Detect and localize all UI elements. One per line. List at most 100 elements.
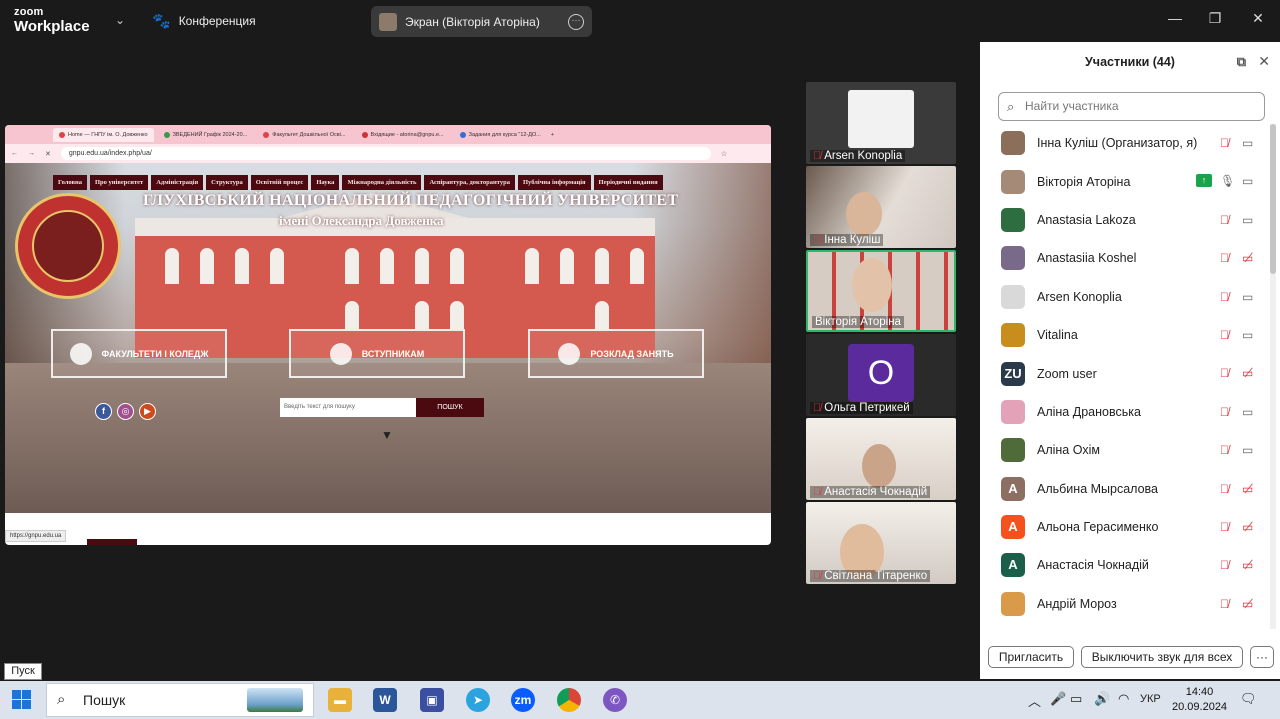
screen-share-indicator[interactable]: Экран (Вікторія Аторіна) ··· xyxy=(371,6,592,37)
mic-off-icon[interactable]: 🎙̸ xyxy=(1220,366,1229,380)
file-explorer-icon[interactable]: ▬ xyxy=(328,688,352,712)
participant-row[interactable]: Аліна Драновська 🎙̸ ▭ xyxy=(980,393,1280,431)
camera-off-icon[interactable]: ▭̸ xyxy=(1242,597,1253,611)
volume-icon[interactable]: 🔊 xyxy=(1094,691,1110,707)
browser-tab[interactable]: ЗВЕДЕНИЙ Графік 2024-20... xyxy=(158,128,254,142)
show-hidden-icons[interactable]: ︿ xyxy=(1028,691,1041,710)
word-icon[interactable]: W xyxy=(373,688,397,712)
nav-item[interactable]: Адміністрація xyxy=(151,175,204,190)
participant-row[interactable]: А Альона Герасименко 🎙̸ ▭̸ xyxy=(980,508,1280,546)
camera-on-icon[interactable]: ▭ xyxy=(1242,405,1253,419)
chrome-icon[interactable] xyxy=(557,688,581,712)
camera-on-icon[interactable]: ▭ xyxy=(1242,443,1253,457)
video-tile[interactable]: 🎙̸ Інна Куліш xyxy=(806,166,956,248)
more-options-button[interactable]: ··· xyxy=(1250,646,1274,668)
nav-item[interactable]: Освітній процес xyxy=(250,175,309,190)
mic-off-icon[interactable]: 🎙̸ xyxy=(1220,520,1229,534)
invite-button[interactable]: Пригласить xyxy=(988,646,1074,668)
close-panel-icon[interactable]: ✕ xyxy=(1258,53,1270,70)
schedule-button[interactable]: РОЗКЛАД ЗАНЯТЬ xyxy=(528,329,704,378)
participant-search-input[interactable]: ⌕ Найти участника xyxy=(998,92,1265,121)
participant-row[interactable]: Аліна Охім 🎙̸ ▭ xyxy=(980,431,1280,469)
video-tile[interactable]: 🎙̸ Анастасія Чокнадій xyxy=(806,418,956,500)
minimize-icon[interactable]: — xyxy=(1165,10,1185,26)
back-icon[interactable]: ← xyxy=(11,150,18,157)
participant-row[interactable]: А Альбина Мырсалова 🎙̸ ▭̸ xyxy=(980,470,1280,508)
scrollbar-thumb[interactable] xyxy=(1270,124,1276,274)
forward-icon[interactable]: → xyxy=(28,150,35,157)
university-seal-logo[interactable] xyxy=(15,193,121,299)
mic-on-icon[interactable]: 🎙 xyxy=(1220,174,1235,188)
site-search-input[interactable]: Введіть текст для пошуку xyxy=(280,398,416,417)
zoom-app-icon[interactable]: zm xyxy=(511,688,535,712)
camera-off-icon[interactable]: ▭̸ xyxy=(1242,558,1253,572)
nav-item[interactable]: Головна xyxy=(53,175,87,190)
nav-item[interactable]: Аспірантура, докторантура xyxy=(424,175,515,190)
nav-item[interactable]: Періодичні видання xyxy=(593,175,663,190)
taskbar-search-input[interactable]: ⌕ Пошук xyxy=(46,683,314,717)
new-tab-icon[interactable]: + xyxy=(551,132,554,138)
url-field[interactable]: gnpu.edu.ua/index.php/ua/ xyxy=(60,147,711,160)
camera-on-icon[interactable]: ▭ xyxy=(1242,136,1253,150)
chevron-down-icon[interactable]: ⌄ xyxy=(112,12,128,28)
mic-off-icon[interactable]: 🎙̸ xyxy=(1220,597,1229,611)
applicants-button[interactable]: ВСТУПНИКАМ xyxy=(289,329,465,378)
scroll-down-icon[interactable]: ▼ xyxy=(381,428,393,442)
pop-out-icon[interactable]: ⧉ xyxy=(1237,54,1246,70)
video-tile[interactable]: O 🎙̸ Ольга Петрикей xyxy=(806,334,956,416)
windows-start-icon[interactable] xyxy=(12,690,31,709)
active-speaker-tile[interactable]: Вікторія Аторіна xyxy=(806,250,956,332)
camera-off-icon[interactable]: ▭̸ xyxy=(1242,482,1253,496)
mute-all-button[interactable]: Выключить звук для всех xyxy=(1081,646,1243,668)
telegram-icon[interactable]: ➤ xyxy=(466,688,490,712)
camera-off-icon[interactable]: ▭̸ xyxy=(1242,520,1253,534)
camera-on-icon[interactable]: ▭ xyxy=(1242,213,1253,227)
wifi-icon[interactable]: ◠ xyxy=(1118,691,1129,707)
meeting-info-button[interactable]: 🐾 Конференция xyxy=(152,12,256,30)
participant-row[interactable]: Anastasiia Koshel 🎙̸ ▭̸ xyxy=(980,239,1280,277)
nav-item[interactable]: Про університет xyxy=(89,175,149,190)
participant-row[interactable]: А Анастасія Чокнадій 🎙̸ ▭̸ xyxy=(980,546,1280,584)
mic-off-icon[interactable]: 🎙̸ xyxy=(1220,290,1229,304)
language-indicator[interactable]: УКР xyxy=(1140,693,1161,705)
participant-row[interactable]: Інна Куліш (Организатор, я) 🎙̸ ▭ xyxy=(980,124,1280,162)
mic-off-icon[interactable]: 🎙̸ xyxy=(1220,328,1229,342)
bookmark-star-icon[interactable]: ☆ xyxy=(721,150,727,158)
participant-row[interactable]: ZU Zoom user 🎙̸ ▭̸ xyxy=(980,354,1280,392)
participant-scrollbar[interactable] xyxy=(1270,124,1276,629)
camera-off-icon[interactable]: ▭̸ xyxy=(1242,366,1253,380)
youtube-icon[interactable]: ▶ xyxy=(139,403,156,420)
browser-tab[interactable]: Факультет Дошкільної Осві... xyxy=(257,128,351,142)
facebook-icon[interactable]: f xyxy=(95,403,112,420)
participant-row[interactable]: Anastasia Lakoza 🎙̸ ▭ xyxy=(980,201,1280,239)
camera-on-icon[interactable]: ▭ xyxy=(1242,174,1253,188)
mic-off-icon[interactable]: 🎙̸ xyxy=(1220,482,1229,496)
participant-row[interactable]: Arsen Konoplia 🎙̸ ▭ xyxy=(980,278,1280,316)
close-icon[interactable]: ✕ xyxy=(1248,10,1268,27)
video-tile[interactable]: 🎙̸ Arsen Konoplia xyxy=(806,82,956,164)
microphone-icon[interactable]: 🎤 xyxy=(1050,691,1066,707)
restore-icon[interactable]: ❐ xyxy=(1205,10,1225,27)
faculties-button[interactable]: ФАКУЛЬТЕТИ І КОЛЕДЖ xyxy=(51,329,227,378)
camera-off-icon[interactable]: ▭̸ xyxy=(1242,251,1253,265)
mic-off-icon[interactable]: 🎙̸ xyxy=(1220,558,1229,572)
camera-on-icon[interactable]: ▭ xyxy=(1242,290,1253,304)
mic-off-icon[interactable]: 🎙̸ xyxy=(1220,405,1229,419)
mic-off-icon[interactable]: 🎙̸ xyxy=(1220,213,1229,227)
nav-item[interactable]: Міжнародна діяльність xyxy=(342,175,422,190)
participant-row[interactable]: Вікторія Аторіна ↑ 🎙 ▭ xyxy=(980,162,1280,200)
mic-off-icon[interactable]: 🎙̸ xyxy=(1220,136,1229,150)
save-disk-icon[interactable]: ▣ xyxy=(420,688,444,712)
browser-tab[interactable]: Задания для курса "12-ДО... xyxy=(454,128,547,142)
taskbar-clock[interactable]: 14:40 20.09.2024 xyxy=(1172,685,1227,715)
more-icon[interactable]: ··· xyxy=(568,13,584,30)
browser-tab[interactable]: Home — ГНПУ ім. О. Довженко xyxy=(53,127,154,142)
battery-icon[interactable]: ▭ xyxy=(1070,691,1082,707)
nav-item[interactable]: Публічна інформація xyxy=(517,175,591,190)
participant-row[interactable]: Vitalina 🎙̸ ▭ xyxy=(980,316,1280,354)
notification-icon[interactable]: 🗨 xyxy=(1240,691,1257,707)
camera-on-icon[interactable]: ▭ xyxy=(1242,328,1253,342)
mic-off-icon[interactable]: 🎙̸ xyxy=(1220,443,1229,457)
participant-row[interactable]: Андрій Мороз 🎙̸ ▭̸ xyxy=(980,585,1280,623)
nav-item[interactable]: Наука xyxy=(311,175,340,190)
